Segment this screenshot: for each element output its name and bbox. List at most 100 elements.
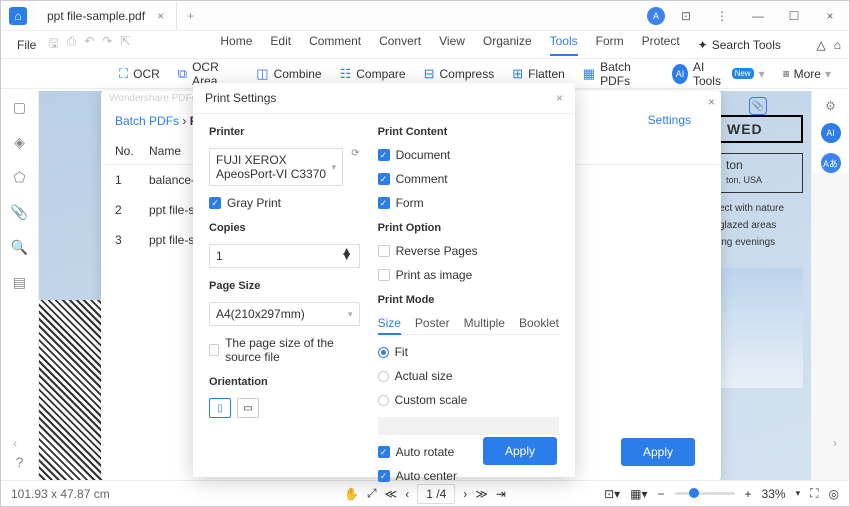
maximize-icon[interactable]: ☐ <box>779 1 809 31</box>
cloud-icon[interactable]: △ <box>817 38 826 52</box>
combine-button[interactable]: ◫Combine <box>256 66 321 82</box>
search-icon[interactable]: 🔍 <box>11 239 28 256</box>
print-apply-button[interactable]: Apply <box>483 437 557 465</box>
fit-width-icon[interactable]: ⊡▾ <box>604 487 620 501</box>
menu-protect[interactable]: Protect <box>642 34 680 56</box>
layers-icon[interactable]: ▤ <box>13 274 26 291</box>
panel-close-icon[interactable]: × <box>708 95 715 109</box>
brand-box: WED <box>719 115 803 143</box>
search-tools[interactable]: ✦ Search Tools <box>698 38 781 52</box>
zoom-in-icon[interactable]: + <box>745 487 752 501</box>
file-menu[interactable]: File <box>9 38 44 52</box>
menu-edit[interactable]: Edit <box>270 34 291 56</box>
checkbox-icon: ✓ <box>378 149 390 161</box>
portrait-button[interactable]: ▯ <box>209 398 231 418</box>
menu-convert[interactable]: Convert <box>379 34 421 56</box>
close-window-icon[interactable]: × <box>815 1 845 31</box>
source-size-checkbox[interactable]: The page size of the source file <box>209 336 360 364</box>
save-icon[interactable]: 🖫 <box>48 34 58 55</box>
next-page-icon[interactable]: › <box>463 487 467 501</box>
right-rail: ⚙ AI Aあ <box>811 91 849 173</box>
printer-dropdown[interactable]: FUJI XEROX ApeosPort-VI C3370▾ <box>209 148 343 186</box>
close-icon[interactable]: × <box>157 9 164 23</box>
first-page-icon[interactable]: ≪ <box>385 487 398 501</box>
export-icon[interactable]: ⇱ <box>120 34 130 55</box>
read-mode-icon[interactable]: ◎ <box>829 487 839 501</box>
ocr-area-icon: ⧉ <box>178 66 187 82</box>
prev-page-icon[interactable]: ‹ <box>405 487 409 501</box>
hand-tool-icon[interactable]: ✋ <box>344 487 359 501</box>
copies-input[interactable]: 1▲▼ <box>209 244 360 268</box>
scroll-left-icon[interactable]: ‹ <box>13 436 17 450</box>
pagesize-dropdown[interactable]: A4(210x297mm)▾ <box>209 302 360 326</box>
tab-poster[interactable]: Poster <box>415 316 450 330</box>
minimize-icon[interactable]: — <box>743 1 773 31</box>
print-icon[interactable]: ⎙ <box>67 34 77 55</box>
tag-icon[interactable]: ⬠ <box>13 169 25 186</box>
auto-center-checkbox[interactable]: ✓Auto center <box>378 469 559 483</box>
pin-icon[interactable]: 📎 <box>749 97 767 115</box>
ocr-button[interactable]: ⛶OCR <box>119 66 160 82</box>
tab-multiple[interactable]: Multiple <box>464 316 505 330</box>
ai-translate-icon[interactable]: Aあ <box>821 153 841 173</box>
feedback-icon[interactable]: ⊡ <box>671 1 701 31</box>
breadcrumb-root[interactable]: Batch PDFs <box>115 114 179 128</box>
jump-icon[interactable]: ⇥ <box>496 487 506 501</box>
bookmark-icon[interactable]: ◈ <box>14 134 25 151</box>
landscape-button[interactable]: ▭ <box>237 398 259 418</box>
compress-button[interactable]: ⊟Compress <box>424 66 495 82</box>
menu-view[interactable]: View <box>439 34 465 56</box>
print-as-image-checkbox[interactable]: Print as image <box>378 268 559 282</box>
tab-booklet[interactable]: Booklet <box>519 316 559 330</box>
thumbnail-icon[interactable]: ▢ <box>13 99 26 116</box>
ai-tools-button[interactable]: AIAI ToolsNew▾ <box>672 60 765 88</box>
sliders-icon[interactable]: ⚙ <box>825 99 836 113</box>
tab-size[interactable]: Size <box>378 316 401 335</box>
orientation-label: Orientation <box>209 376 360 388</box>
attachment-icon[interactable]: 📎 <box>11 204 28 221</box>
menu-tools[interactable]: Tools <box>550 34 578 56</box>
custom-scale-radio[interactable]: Custom scale <box>378 393 559 407</box>
gray-print-checkbox[interactable]: ✓Gray Print <box>209 196 360 210</box>
compare-button[interactable]: ☷Compare <box>340 66 406 82</box>
menu-form[interactable]: Form <box>596 34 624 56</box>
help-icon[interactable]: ? <box>16 454 24 470</box>
zoom-thumb[interactable] <box>689 488 699 498</box>
flatten-button[interactable]: ⊞Flatten <box>512 66 565 82</box>
scroll-right-icon[interactable]: › <box>833 436 837 450</box>
zoom-out-icon[interactable]: − <box>658 487 665 501</box>
home-icon[interactable]: ⌂ <box>834 38 841 52</box>
chevron-down-icon[interactable]: ▾ <box>796 488 801 499</box>
redo-icon[interactable]: ↷ <box>102 34 112 55</box>
new-tab-button[interactable]: + <box>177 9 204 23</box>
batch-apply-button[interactable]: Apply <box>621 438 695 466</box>
last-page-icon[interactable]: ≫ <box>475 487 488 501</box>
dialog-close-icon[interactable]: × <box>556 91 563 105</box>
more-button[interactable]: ≡More▾ <box>783 67 831 81</box>
content-comment-checkbox[interactable]: ✓Comment <box>378 172 559 186</box>
settings-link[interactable]: Settings <box>648 113 691 127</box>
menu-home[interactable]: Home <box>220 34 252 56</box>
zoom-slider[interactable] <box>675 492 735 495</box>
chevron-down-icon: ▾ <box>332 162 337 173</box>
spinner-arrows[interactable]: ▲▼ <box>341 249 353 263</box>
actual-size-radio[interactable]: Actual size <box>378 369 559 383</box>
content-document-checkbox[interactable]: ✓Document <box>378 148 559 162</box>
user-avatar[interactable]: A <box>647 7 665 25</box>
ai-chat-icon[interactable]: AI <box>821 123 841 143</box>
refresh-icon[interactable]: ⟳ <box>351 148 359 186</box>
page-input[interactable]: 1 /4 <box>417 484 455 504</box>
menu-comment[interactable]: Comment <box>309 34 361 56</box>
reverse-pages-checkbox[interactable]: Reverse Pages <box>378 244 559 258</box>
menu-organize[interactable]: Organize <box>483 34 532 56</box>
kebab-icon[interactable]: ⋮ <box>707 1 737 31</box>
dialog-titlebar: Print Settings × <box>193 83 575 114</box>
select-tool-icon[interactable]: ⤢ <box>367 486 377 501</box>
fullscreen-icon[interactable]: ⛶ <box>810 486 818 501</box>
fit-radio[interactable]: Fit <box>378 345 559 359</box>
batch-button[interactable]: ▦Batch PDFs <box>583 60 654 88</box>
document-tab[interactable]: ppt file-sample.pdf × <box>35 2 177 30</box>
content-form-checkbox[interactable]: ✓Form <box>378 196 559 210</box>
undo-icon[interactable]: ↶ <box>84 34 94 55</box>
view-mode-icon[interactable]: ▦▾ <box>630 487 647 501</box>
